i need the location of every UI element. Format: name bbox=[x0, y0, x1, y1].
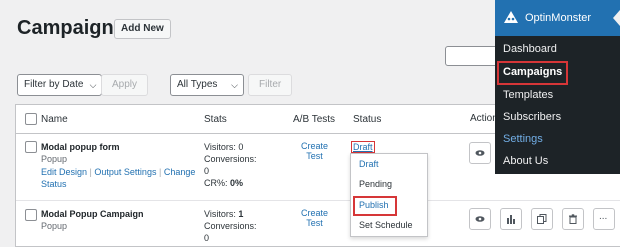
campaign-name[interactable]: Modal popup form bbox=[41, 142, 120, 152]
status-option-pending[interactable]: Pending bbox=[359, 179, 392, 189]
row-checkbox[interactable] bbox=[25, 141, 37, 153]
visitors-stat: Visitors: 0 bbox=[204, 142, 244, 152]
copy-icon bbox=[537, 214, 547, 224]
cr-stat: CR%: 0% bbox=[204, 177, 257, 189]
status-option-set-schedule[interactable]: Set Schedule bbox=[359, 220, 413, 230]
campaign-name[interactable]: Modal Popup Campaign bbox=[41, 209, 144, 219]
chevron-down-icon: ⌵ bbox=[231, 80, 238, 90]
more-button[interactable]: ... bbox=[593, 208, 615, 230]
row-checkbox[interactable] bbox=[25, 209, 37, 221]
column-name[interactable]: Name bbox=[41, 114, 68, 125]
optinmonster-logo-icon bbox=[504, 11, 518, 23]
create-test-line1: Create bbox=[301, 208, 329, 218]
output-settings-link[interactable]: Output Settings bbox=[94, 167, 156, 177]
analytics-button[interactable] bbox=[500, 208, 522, 230]
row-stats: Visitors: 1 Conversions: 0 bbox=[204, 208, 257, 244]
bar-chart-icon bbox=[507, 215, 515, 224]
row-divider bbox=[16, 200, 620, 201]
duplicate-button[interactable] bbox=[531, 208, 553, 230]
menu-item-subscribers[interactable]: Subscribers bbox=[503, 111, 561, 123]
cr-label: CR%: bbox=[204, 178, 228, 188]
change-status-link-cont[interactable]: Status bbox=[41, 179, 67, 189]
conversions-value: 0 bbox=[204, 166, 210, 176]
eye-icon bbox=[475, 216, 485, 222]
admin-menu-brand: OptinMonster bbox=[525, 12, 592, 24]
change-status-link[interactable]: Change bbox=[164, 167, 196, 177]
create-test-link[interactable]: Create Test bbox=[301, 208, 328, 228]
type-select[interactable]: All Types ⌵ bbox=[170, 74, 244, 96]
campaign-type: Popup bbox=[41, 154, 68, 164]
row-stats: Visitors: 0 Conversions: 0 CR%: 0% bbox=[204, 141, 257, 189]
delete-button[interactable] bbox=[562, 208, 584, 230]
type-select-label: All Types bbox=[177, 79, 218, 90]
menu-item-about-us[interactable]: About Us bbox=[503, 155, 548, 167]
add-new-button[interactable]: Add New bbox=[114, 19, 171, 39]
column-status: Status bbox=[353, 114, 382, 125]
visitors-label: Visitors: bbox=[204, 209, 236, 219]
filter-by-date-label: Filter by Date bbox=[24, 79, 84, 90]
preview-button[interactable] bbox=[469, 142, 491, 164]
create-test-line2: Test bbox=[306, 151, 323, 161]
trash-icon bbox=[569, 214, 577, 224]
chevron-down-icon: ⌵ bbox=[89, 80, 97, 90]
conversions-label: Conversions: bbox=[204, 154, 257, 164]
admin-menu-header[interactable]: OptinMonster bbox=[495, 0, 620, 36]
visitors-stat: Visitors: 1 bbox=[204, 208, 257, 220]
admin-menu: OptinMonster Dashboard Campaigns Templat… bbox=[495, 0, 620, 174]
separator: | bbox=[158, 167, 162, 177]
conversions-value: 0 bbox=[204, 233, 210, 243]
column-stats: Stats bbox=[204, 114, 227, 125]
page-title: Campaigns bbox=[17, 17, 125, 39]
more-icon: ... bbox=[599, 211, 608, 222]
create-test-line2: Test bbox=[306, 218, 323, 228]
campaign-type: Popup bbox=[41, 221, 68, 231]
menu-item-campaigns[interactable]: Campaigns bbox=[503, 66, 562, 78]
visitors-value: 1 bbox=[238, 209, 244, 219]
filter-by-date-select[interactable]: Filter by Date ⌵ bbox=[17, 74, 103, 96]
status-option-draft[interactable]: Draft bbox=[359, 159, 379, 169]
status-option-publish[interactable]: Publish bbox=[359, 200, 389, 210]
filter-button[interactable]: Filter bbox=[248, 74, 293, 96]
current-menu-arrow bbox=[613, 10, 620, 26]
select-all-checkbox[interactable] bbox=[25, 113, 37, 125]
status-dropdown: Draft Pending Publish Set Schedule bbox=[350, 153, 428, 237]
cr-value: 0% bbox=[230, 178, 244, 188]
apply-button[interactable]: Apply bbox=[101, 74, 149, 96]
create-test-line1: Create bbox=[301, 141, 329, 151]
create-test-link[interactable]: Create Test bbox=[301, 141, 328, 161]
menu-item-settings[interactable]: Settings bbox=[503, 133, 543, 145]
edit-design-link[interactable]: Edit Design bbox=[41, 167, 87, 177]
eye-icon bbox=[475, 150, 485, 156]
menu-item-dashboard[interactable]: Dashboard bbox=[503, 43, 557, 55]
separator: | bbox=[89, 167, 92, 177]
row-action-links: Edit Design | Output Settings | Change bbox=[41, 167, 195, 177]
column-ab-tests: A/B Tests bbox=[293, 114, 336, 125]
preview-button[interactable] bbox=[469, 208, 491, 230]
conversions-label: Conversions: bbox=[204, 221, 257, 231]
status-draft-toggle[interactable]: Draft bbox=[351, 141, 375, 153]
menu-item-templates[interactable]: Templates bbox=[503, 89, 553, 101]
